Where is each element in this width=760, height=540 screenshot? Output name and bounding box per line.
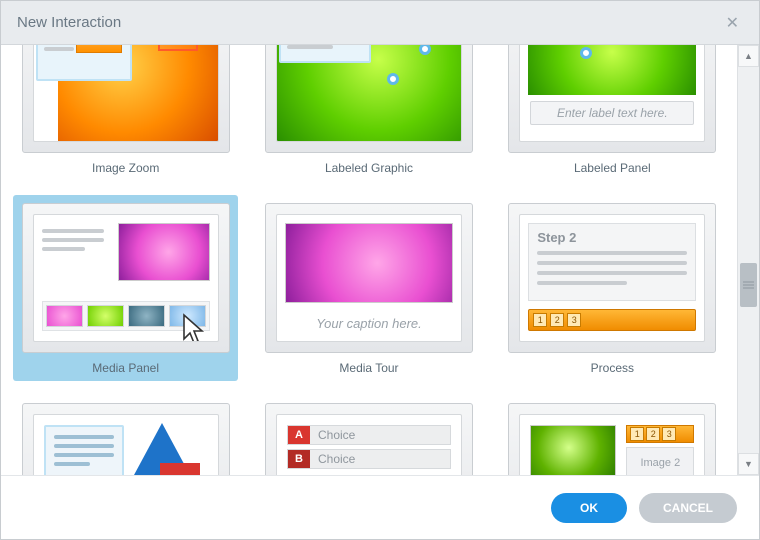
item-row3-c[interactable]: 1 2 3 Image 2	[500, 395, 725, 475]
caption-placeholder: Your caption here.	[277, 316, 461, 331]
thumbnail: A Choice B Choice	[265, 403, 473, 475]
scroll-thumb[interactable]	[740, 263, 757, 307]
item-labeled-panel[interactable]: Enter label text here. Labeled Panel	[500, 45, 725, 181]
thumbnail	[22, 45, 230, 153]
thumbnail: Step 2 1 2 3	[508, 203, 716, 353]
item-label: Media Panel	[92, 361, 159, 375]
thumbnail	[22, 203, 230, 353]
interaction-gallery[interactable]: Image Zoom Labeled Graphic	[1, 45, 737, 475]
scroll-up-button[interactable]: ▲	[738, 45, 759, 67]
content-area: Image Zoom Labeled Graphic	[1, 45, 759, 475]
item-label: Image Zoom	[92, 161, 159, 175]
scroll-down-button[interactable]: ▼	[738, 453, 759, 475]
dialog-title: New Interaction	[17, 14, 722, 31]
item-process[interactable]: Step 2 1 2 3 Process	[500, 195, 725, 381]
item-labeled-graphic[interactable]: Labeled Graphic	[256, 45, 481, 181]
item-media-panel[interactable]: Media Panel	[13, 195, 238, 381]
item-label: Media Tour	[339, 361, 398, 375]
thumbnail: Enter label text here.	[508, 45, 716, 153]
process-step-label: Step 2	[537, 230, 687, 245]
new-interaction-dialog: New Interaction ✕	[0, 0, 760, 540]
thumbnail	[22, 403, 230, 475]
item-row3-a[interactable]	[13, 395, 238, 475]
item-media-tour[interactable]: Your caption here. Media Tour	[256, 195, 481, 381]
thumbnail	[265, 45, 473, 153]
scrollbar[interactable]: ▲ ▼	[737, 45, 759, 475]
dialog-footer: OK CANCEL	[1, 475, 759, 539]
cancel-button[interactable]: CANCEL	[639, 493, 737, 523]
label-input-placeholder: Enter label text here.	[530, 101, 694, 125]
titlebar: New Interaction ✕	[1, 1, 759, 45]
item-row3-b[interactable]: A Choice B Choice	[256, 395, 481, 475]
cursor-icon	[180, 313, 210, 342]
thumbnail: 1 2 3 Image 2	[508, 403, 716, 475]
item-label: Labeled Graphic	[325, 161, 413, 175]
thumbnail: Your caption here.	[265, 203, 473, 353]
ok-button[interactable]: OK	[551, 493, 627, 523]
close-icon[interactable]: ✕	[722, 9, 743, 37]
scroll-track[interactable]	[738, 67, 759, 453]
item-label: Process	[591, 361, 634, 375]
item-label: Labeled Panel	[574, 161, 651, 175]
item-image-zoom[interactable]: Image Zoom	[13, 45, 238, 181]
square-icon	[160, 463, 200, 475]
